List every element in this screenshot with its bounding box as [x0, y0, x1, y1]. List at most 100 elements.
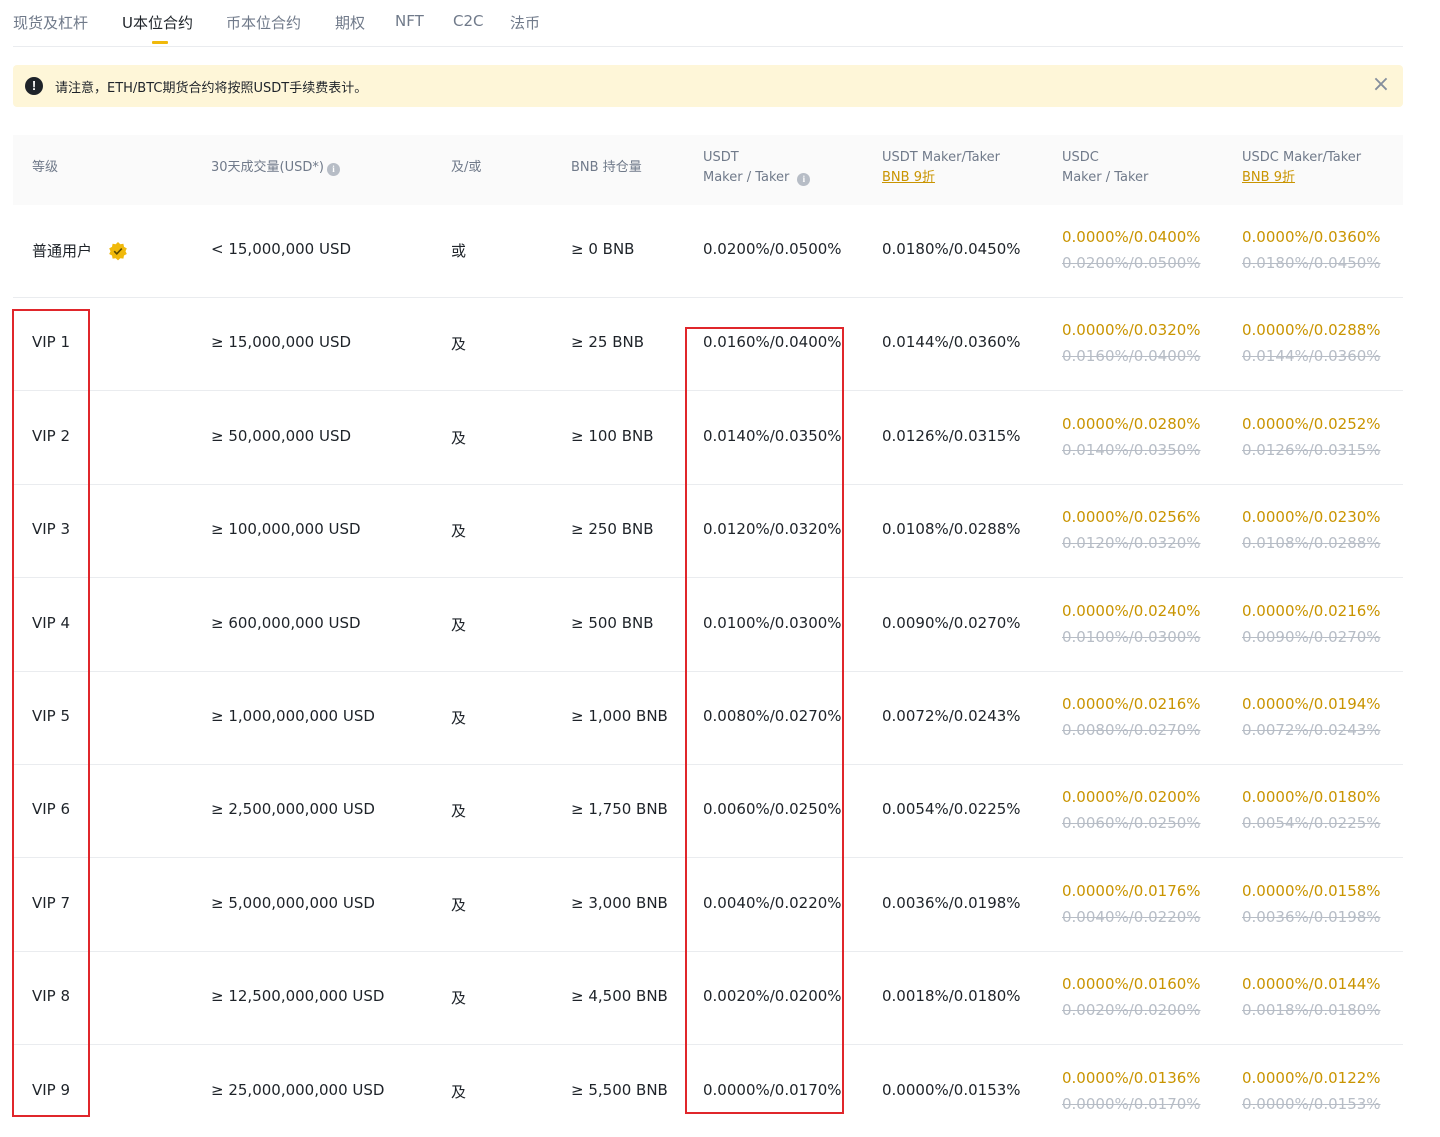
original-fee: 0.0144%/0.0360%: [1242, 347, 1381, 365]
usdt-fee-cell: 0.0020%/0.0200%: [703, 987, 842, 1005]
discounted-fee: 0.0000%/0.0122%: [1242, 1069, 1381, 1087]
usdc-fee-cell: 0.0000%/0.0200% 0.0060%/0.0250%: [1062, 784, 1201, 836]
header-usdc-line1: USDC: [1062, 150, 1099, 165]
active-tab-indicator: [152, 41, 168, 44]
tab-coinm-futures[interactable]: 币本位合约: [226, 12, 301, 33]
discounted-fee: 0.0000%/0.0400%: [1062, 228, 1201, 246]
original-fee: 0.0140%/0.0350%: [1062, 441, 1201, 459]
bnb-discount-link[interactable]: BNB 9折: [1242, 168, 1361, 188]
tab-spot-margin[interactable]: 现货及杠杆: [13, 12, 88, 33]
usdc-fee-cell: 0.0000%/0.0240% 0.0100%/0.0300%: [1062, 598, 1201, 650]
tab-nft[interactable]: NFT: [395, 12, 424, 30]
original-fee: 0.0080%/0.0270%: [1062, 721, 1201, 739]
discounted-fee: 0.0000%/0.0216%: [1062, 695, 1201, 713]
original-fee: 0.0200%/0.0500%: [1062, 254, 1201, 272]
usdc-bnb-fee-cell: 0.0000%/0.0216% 0.0090%/0.0270%: [1242, 598, 1381, 650]
original-fee: 0.0108%/0.0288%: [1242, 534, 1381, 552]
table-row: VIP 4 ≥ 600,000,000 USD 及 ≥ 500 BNB 0.0100%/…: [13, 579, 1403, 672]
usdc-bnb-fee-cell: 0.0000%/0.0288% 0.0144%/0.0360%: [1242, 317, 1381, 369]
table-row: VIP 5 ≥ 1,000,000,000 USD 及 ≥ 1,000 BNB 0.00…: [13, 672, 1403, 765]
level-cell: VIP 2: [32, 427, 71, 445]
tab-usdm-futures[interactable]: U本位合约: [122, 12, 193, 33]
usdt-bnb-fee-cell: 0.0036%/0.0198%: [882, 894, 1021, 912]
table-row: VIP 6 ≥ 2,500,000,000 USD 及 ≥ 1,750 BNB 0.00…: [13, 765, 1403, 858]
original-fee: 0.0000%/0.0170%: [1062, 1095, 1201, 1113]
bnb-holding-cell: ≥ 250 BNB: [571, 520, 654, 538]
discounted-fee: 0.0000%/0.0288%: [1242, 321, 1381, 339]
usdt-fee-cell: 0.0200%/0.0500%: [703, 240, 842, 258]
discounted-fee: 0.0000%/0.0144%: [1242, 975, 1381, 993]
header-usdt: USDT Maker / Taker i: [703, 148, 811, 188]
original-fee: 0.0160%/0.0400%: [1062, 347, 1201, 365]
discounted-fee: 0.0000%/0.0216%: [1242, 602, 1381, 620]
usdt-bnb-fee-cell: 0.0090%/0.0270%: [882, 614, 1021, 632]
usdt-bnb-fee-cell: 0.0072%/0.0243%: [882, 707, 1021, 725]
usdt-bnb-fee-cell: 0.0108%/0.0288%: [882, 520, 1021, 538]
volume-cell: ≥ 1,000,000,000 USD: [211, 707, 375, 725]
header-usdt-bnb: USDT Maker/Taker BNB 9折: [882, 148, 1000, 188]
andor-cell: 及: [451, 1083, 467, 1101]
level-cell: VIP 3: [32, 520, 71, 538]
usdc-fee-cell: 0.0000%/0.0280% 0.0140%/0.0350%: [1062, 411, 1201, 463]
original-fee: 0.0120%/0.0320%: [1062, 534, 1201, 552]
original-fee: 0.0018%/0.0180%: [1242, 1001, 1381, 1019]
header-level: 等级: [32, 160, 59, 175]
andor-cell: 及: [451, 335, 467, 353]
header-andor: 及/或: [451, 160, 482, 175]
volume-cell: ≥ 50,000,000 USD: [211, 427, 352, 445]
usdt-fee-cell: 0.0140%/0.0350%: [703, 427, 842, 445]
bnb-holding-cell: ≥ 1,000 BNB: [571, 707, 668, 725]
original-fee: 0.0072%/0.0243%: [1242, 721, 1381, 739]
info-icon[interactable]: i: [797, 173, 811, 186]
andor-cell: 及: [451, 429, 467, 447]
usdt-fee-cell: 0.0000%/0.0170%: [703, 1081, 842, 1099]
bnb-holding-cell: ≥ 25 BNB: [571, 333, 644, 351]
header-volume: 30天成交量(USD*) i: [211, 158, 340, 178]
info-icon[interactable]: i: [326, 163, 340, 176]
discounted-fee: 0.0000%/0.0200%: [1062, 788, 1201, 806]
usdc-fee-cell: 0.0000%/0.0400% 0.0200%/0.0500%: [1062, 224, 1201, 276]
close-icon[interactable]: ×: [1371, 74, 1391, 96]
usdt-fee-cell: 0.0080%/0.0270%: [703, 707, 842, 725]
discounted-fee: 0.0000%/0.0360%: [1242, 228, 1381, 246]
table-row: 普通用户 < 15,000,000 USD 或 ≥ 0 BNB 0.0200%/0.05…: [13, 205, 1403, 298]
volume-cell: ≥ 15,000,000 USD: [211, 333, 352, 351]
level-cell: VIP 7: [32, 894, 71, 912]
level-cell: VIP 1: [32, 333, 71, 351]
product-tabs: 现货及杠杆 U本位合约 币本位合约 期权 NFT C2C 法币: [13, 0, 1403, 47]
volume-cell: ≥ 12,500,000,000 USD: [211, 987, 385, 1005]
volume-cell: ≥ 25,000,000,000 USD: [211, 1081, 385, 1099]
discounted-fee: 0.0000%/0.0320%: [1062, 321, 1201, 339]
discounted-fee: 0.0000%/0.0280%: [1062, 415, 1201, 433]
tab-c2c[interactable]: C2C: [453, 12, 484, 30]
bnb-holding-cell: ≥ 4,500 BNB: [571, 987, 668, 1005]
header-usdt-line1: USDT: [703, 150, 739, 165]
usdt-fee-cell: 0.0040%/0.0220%: [703, 894, 842, 912]
usdc-bnb-fee-cell: 0.0000%/0.0252% 0.0126%/0.0315%: [1242, 411, 1381, 463]
usdc-fee-cell: 0.0000%/0.0176% 0.0040%/0.0220%: [1062, 878, 1201, 930]
usdc-fee-cell: 0.0000%/0.0160% 0.0020%/0.0200%: [1062, 971, 1201, 1023]
andor-cell: 及: [451, 616, 467, 634]
bnb-discount-link[interactable]: BNB 9折: [882, 168, 1000, 188]
table-row: VIP 8 ≥ 12,500,000,000 USD 及 ≥ 4,500 BNB 0.0…: [13, 952, 1403, 1045]
discounted-fee: 0.0000%/0.0230%: [1242, 508, 1381, 526]
header-usdc: USDC Maker / Taker: [1062, 148, 1148, 188]
original-fee: 0.0000%/0.0153%: [1242, 1095, 1381, 1113]
usdt-bnb-fee-cell: 0.0126%/0.0315%: [882, 427, 1021, 445]
table-row: VIP 7 ≥ 5,000,000,000 USD 及 ≥ 3,000 BNB 0.00…: [13, 859, 1403, 952]
table-row: VIP 1 ≥ 15,000,000 USD 及 ≥ 25 BNB 0.0160%/0.…: [13, 298, 1403, 391]
tab-options[interactable]: 期权: [335, 12, 365, 33]
bnb-holding-cell: ≥ 0 BNB: [571, 240, 635, 258]
level-cell: VIP 9: [32, 1081, 71, 1099]
header-usdt-bnb-line1: USDT Maker/Taker: [882, 150, 1000, 165]
original-fee: 0.0090%/0.0270%: [1242, 628, 1381, 646]
table-row: VIP 3 ≥ 100,000,000 USD 及 ≥ 250 BNB 0.0120%/…: [13, 485, 1403, 578]
discounted-fee: 0.0000%/0.0252%: [1242, 415, 1381, 433]
tab-fiat[interactable]: 法币: [510, 12, 540, 33]
level-cell: VIP 4: [32, 614, 71, 632]
usdt-bnb-fee-cell: 0.0144%/0.0360%: [882, 333, 1021, 351]
original-fee: 0.0180%/0.0450%: [1242, 254, 1381, 272]
level-cell: VIP 6: [32, 800, 71, 818]
usdt-bnb-fee-cell: 0.0054%/0.0225%: [882, 800, 1021, 818]
exclamation-icon: !: [25, 77, 43, 95]
